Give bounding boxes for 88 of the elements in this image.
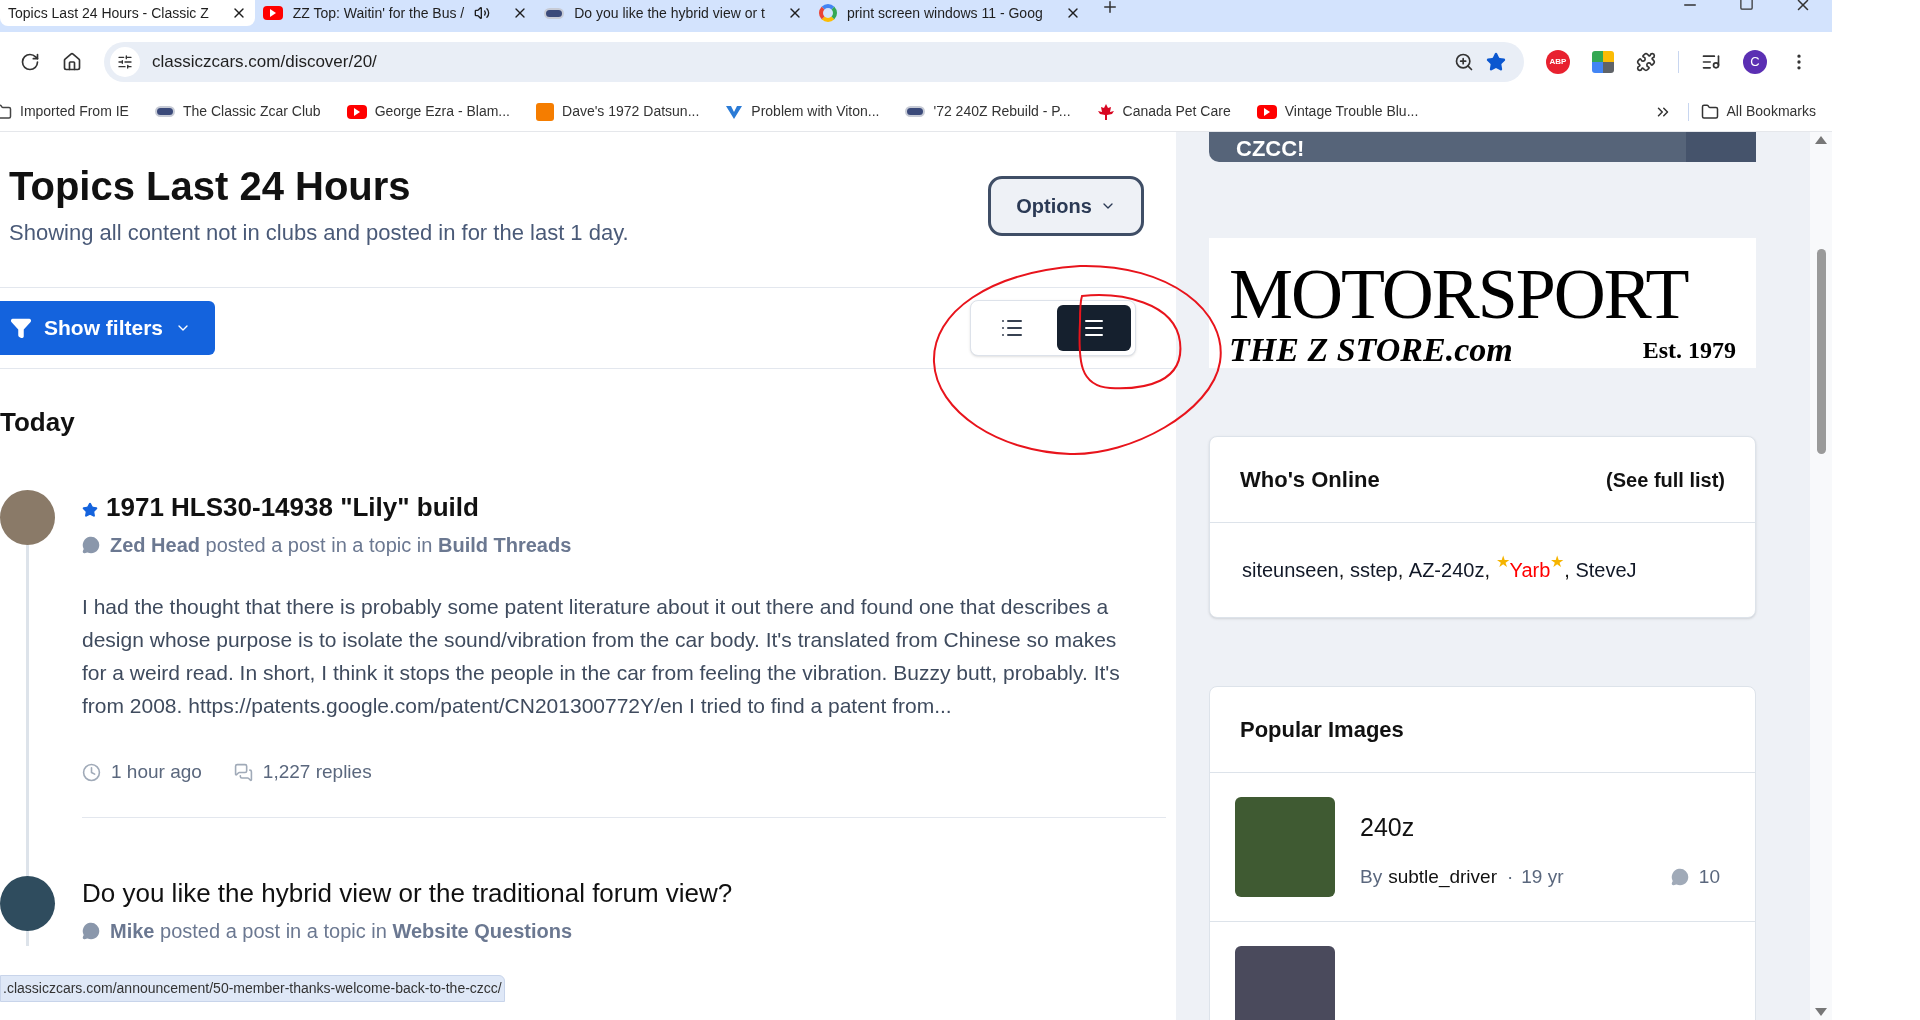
reload-icon[interactable] xyxy=(20,52,40,72)
advertisement-banner[interactable]: MOTORSPORT THE Z STORE.com Est. 1979 xyxy=(1209,238,1756,368)
video-play-icon xyxy=(346,104,367,119)
tab-title: ZZ Top: Waitin' for the Bus / xyxy=(292,3,465,23)
folder-icon xyxy=(0,102,12,121)
card-title: Who's Online xyxy=(1240,466,1380,494)
online-user-link[interactable]: sstep xyxy=(1349,555,1398,585)
online-user-link[interactable]: ★Yarb★ xyxy=(1495,555,1565,585)
maximize-icon[interactable] xyxy=(1739,0,1754,11)
site-settings-icon[interactable] xyxy=(110,47,140,77)
speaker-icon[interactable] xyxy=(474,5,491,21)
separator-text: , xyxy=(1484,558,1491,583)
extensions-icon[interactable] xyxy=(1636,52,1656,72)
post-meta: Zed Head posted a post in a topic in Build Threads xyxy=(110,533,572,558)
show-filters-button[interactable]: Show filters xyxy=(0,301,215,355)
calculator-icon[interactable] xyxy=(1592,51,1614,73)
scrollbar[interactable] xyxy=(1810,132,1832,1020)
online-user-link[interactable]: siteunseen xyxy=(1242,555,1339,585)
star-icon: ★ xyxy=(1550,555,1565,569)
bookmark-item[interactable]: '72 240Z Rebuild - P... xyxy=(905,101,1071,122)
comment-count: 10 xyxy=(1698,864,1720,889)
replies-icon xyxy=(233,762,253,782)
announcement-banner[interactable]: CZCC! xyxy=(1209,132,1756,162)
online-user-link[interactable]: SteveJ xyxy=(1575,555,1637,585)
post-title-link[interactable]: Do you like the hybrid view or the traditional forum view? xyxy=(82,875,733,910)
filter-icon xyxy=(10,317,32,339)
home-icon[interactable] xyxy=(62,52,82,72)
all-bookmarks-item[interactable]: All Bookmarks xyxy=(1726,101,1816,122)
bookmark-item[interactable]: Dave's 1972 Datsun... xyxy=(536,101,700,122)
ad-established-text: Est. 1979 xyxy=(1642,336,1736,365)
oval-logo-icon xyxy=(544,7,565,19)
status-url-bar: .classiczcars.com/announcement/50-member-thanks-welcome-back-to-the-czcc/ xyxy=(0,975,505,1002)
comment-icon xyxy=(82,536,100,554)
view-toggle-button[interactable] xyxy=(1057,305,1131,351)
banner-text: CZCC! xyxy=(1236,136,1305,162)
g-logo-icon xyxy=(818,4,837,22)
post-title-link[interactable]: 1971 HLS30-14938 "Lily" build xyxy=(106,490,479,524)
post-time: 1 hour ago xyxy=(111,760,202,784)
star-icon xyxy=(82,502,98,518)
bookmark-item[interactable]: Imported From IE xyxy=(0,101,129,122)
bookmark-star-icon[interactable] xyxy=(1486,52,1506,72)
card-title: Popular Images xyxy=(1240,716,1404,744)
star-icon: ★ xyxy=(1495,555,1510,569)
post-excerpt: I had the thought that there is probably some patent literature about it out there and found one that describes a design whose purpose is to isolate the sound/vibration from the car body. It's translated from Chinese so makes for a weird read. In short, I think it stops the people in the car from feeling the vibration. Buzzy butt, probably. It's from 2008. https://patents.google.com/patent/CN201300772Y/en I tried to find a patent from... xyxy=(82,594,1121,719)
tab-title: Do you like the hybrid view or t xyxy=(574,3,765,23)
zoom-icon[interactable] xyxy=(1454,52,1474,72)
bookmark-item[interactable]: Vintage Trouble Blu... xyxy=(1256,101,1419,122)
ad-store-text: THE Z STORE.com xyxy=(1229,332,1513,368)
options-button[interactable]: Options xyxy=(988,176,1144,236)
bookmark-item[interactable]: George Ezra - Blam... xyxy=(346,101,510,122)
tab-title: print screen windows 11 - Goog xyxy=(846,3,1043,23)
square-logo-icon xyxy=(536,102,554,121)
separator-text: , xyxy=(1338,558,1346,583)
avatar-photo-placeholder[interactable] xyxy=(0,875,55,931)
section-heading: Today xyxy=(0,406,76,439)
tab-title: Topics Last 24 Hours - Classic Z xyxy=(8,3,209,23)
adblock-icon[interactable]: ABP xyxy=(1546,50,1570,74)
ad-logo-text: MOTORSPORT xyxy=(1229,260,1689,328)
separator-text: , xyxy=(1564,558,1571,583)
video-play-icon xyxy=(262,6,283,20)
oval-logo-icon xyxy=(905,106,926,117)
post-meta: Mike posted a post in a topic in Website Questions xyxy=(110,918,573,944)
comment-icon xyxy=(1670,867,1689,886)
see-full-list-link[interactable]: (See full list) xyxy=(1606,464,1725,495)
address-bar[interactable]: classiczcars.com/discover/20/ xyxy=(104,42,1524,82)
video-play-icon xyxy=(1256,104,1277,119)
online-user-link[interactable]: AZ-240z xyxy=(1408,555,1485,585)
separator-text: , xyxy=(1397,558,1405,583)
clock-icon xyxy=(82,762,101,782)
dot-separator: · xyxy=(1506,864,1514,889)
bookmark-item[interactable]: The Classic Zcar Club xyxy=(154,101,321,122)
browser-tab[interactable]: Topics Last 24 Hours - Classic Z xyxy=(0,0,255,26)
image-age: 19 yr xyxy=(1521,864,1564,889)
page-title: Topics Last 24 Hours xyxy=(9,163,412,210)
profile-avatar[interactable]: C xyxy=(1743,50,1767,74)
bookmark-item[interactable]: Canada Pet Care xyxy=(1096,101,1231,122)
reply-count: 1,227 replies xyxy=(262,760,372,784)
avatar-photo-placeholder[interactable] xyxy=(0,490,55,545)
oval-logo-icon xyxy=(154,106,175,117)
media-icon[interactable] xyxy=(1701,52,1721,72)
comment-icon xyxy=(82,921,100,940)
bookmark-item[interactable]: Problem with Viton... xyxy=(725,101,880,122)
page-subtitle: Showing all content not in clubs and posted in for the last 1 day. xyxy=(9,219,629,247)
image-byline: By subtle_driver xyxy=(1360,864,1497,890)
folder-icon xyxy=(1700,102,1719,121)
image-title-link[interactable]: 240z xyxy=(1360,809,1720,847)
url-text: classiczcars.com/discover/20/ xyxy=(152,51,378,74)
maple-leaf-icon xyxy=(1096,102,1115,121)
